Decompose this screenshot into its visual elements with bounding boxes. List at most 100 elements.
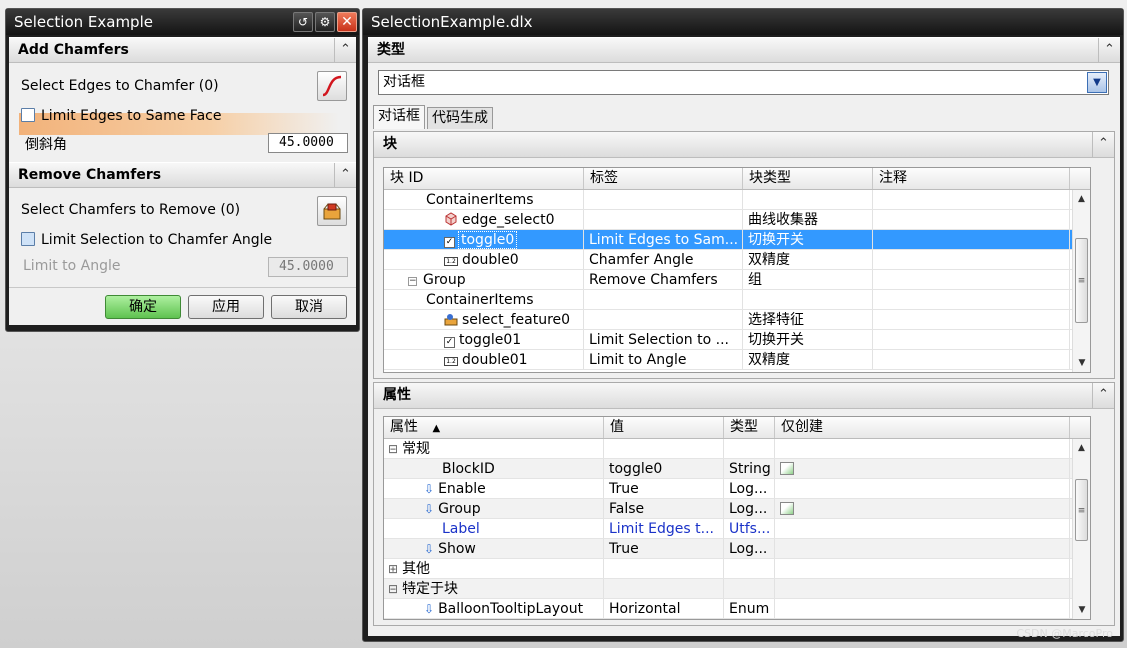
collapse-minus-icon[interactable]: ⊟ [388,582,398,596]
scroll-down-icon[interactable]: ▼ [1073,601,1090,619]
property-value-cell[interactable]: Limit Edges t... [604,519,724,538]
property-name-cell[interactable]: ⊟ 常规 [384,439,604,458]
block-note-cell[interactable] [873,290,1070,309]
block-scrollbar[interactable]: ▲ ≡ ▼ [1072,190,1090,372]
block-label-cell[interactable]: Remove Chamfers [584,270,743,289]
block-id-cell[interactable]: ContainerItems [384,290,584,309]
property-value-cell[interactable]: toggle0 [604,459,724,478]
property-name-cell[interactable]: ⇩ BalloonTooltipLayout [384,599,604,618]
property-name-cell[interactable]: ⊟ 特定于块 [384,579,604,598]
dialog-title-bar[interactable]: Selection Example ↺ ⚙ ✕ [6,9,359,35]
property-name-cell[interactable]: ⇩ Show [384,539,604,558]
limit-angle-input[interactable]: 45.0000 [268,257,348,277]
block-row[interactable]: ✓ toggle0 Limit Edges to Sam... 切换开关 [384,230,1090,250]
scroll-up-icon[interactable]: ▲ [1073,439,1090,457]
create-only-cell[interactable] [775,499,1070,518]
block-label-cell[interactable]: Limit Edges to Sam... [584,230,743,249]
property-name-cell[interactable]: ⇩ Enable [384,479,604,498]
block-row[interactable]: − Group Remove Chamfers 组 [384,270,1090,290]
block-type-cell[interactable]: 选择特征 [743,310,873,329]
cancel-button[interactable]: 取消 [271,295,347,319]
tab-dialog[interactable]: 对话框 [373,105,425,129]
close-icon[interactable]: ✕ [337,12,357,32]
create-only-cell[interactable] [775,559,1070,578]
block-note-cell[interactable] [873,270,1070,289]
block-note-cell[interactable] [873,230,1070,249]
block-note-cell[interactable] [873,310,1070,329]
property-name-cell[interactable]: ⊞ 其他 [384,559,604,578]
create-only-cell[interactable] [775,479,1070,498]
block-note-cell[interactable] [873,250,1070,269]
property-row[interactable]: ⇩ BalloonTooltipLayout Horizontal Enum [384,599,1090,619]
collapse-up-icon[interactable]: ⌃ [1092,383,1114,408]
property-value-cell[interactable]: True [604,539,724,558]
property-value-cell[interactable]: True [604,479,724,498]
property-row[interactable]: ⇩ Group False Log... [384,499,1090,519]
col-property[interactable]: 属性 ▲ [384,417,604,438]
block-row[interactable]: edge_select0 曲线收集器 [384,210,1090,230]
gear-icon[interactable]: ⚙ [315,12,335,32]
block-type-cell[interactable] [743,190,873,209]
limit-selection-toggle[interactable]: Limit Selection to Chamfer Angle [21,232,272,248]
create-only-cell[interactable] [775,539,1070,558]
block-type-cell[interactable] [743,290,873,309]
property-row[interactable]: Label Limit Edges t... Utfs... [384,519,1090,539]
collapse-minus-icon[interactable]: − [408,277,417,286]
collapse-up-icon[interactable]: ⌃ [334,38,356,63]
curve-select-icon[interactable] [317,71,347,101]
property-name-cell[interactable]: BlockID [384,459,604,478]
block-id-cell[interactable]: 1.2 double0 [384,250,584,269]
collapse-up-icon[interactable]: ⌃ [334,163,356,188]
block-id-cell[interactable]: edge_select0 [384,210,584,229]
col-create-only[interactable]: 仅创建 [775,417,1070,438]
block-row[interactable]: select_feature0 选择特征 [384,310,1090,330]
col-block-type[interactable]: 块类型 [743,168,873,189]
ok-button[interactable]: 确定 [105,295,181,319]
block-label-cell[interactable]: Limit Selection to ... [584,330,743,349]
scroll-down-icon[interactable]: ▼ [1073,354,1090,372]
col-block-id[interactable]: 块 ID [384,168,584,189]
property-scrollbar[interactable]: ▲ ≡ ▼ [1072,439,1090,619]
property-value-cell[interactable] [604,439,724,458]
block-section-header[interactable]: 块 ⌃ [374,132,1114,158]
chamfer-angle-input[interactable]: 45.0000 [268,133,348,153]
col-note[interactable]: 注释 [873,168,1070,189]
property-value-cell[interactable] [604,559,724,578]
block-label-cell[interactable]: Chamfer Angle [584,250,743,269]
block-type-cell[interactable]: 切换开关 [743,330,873,349]
type-section-header[interactable]: 类型 ⌃ [368,37,1120,63]
type-dropdown[interactable]: 对话框 ▼ [378,70,1109,95]
feature-select-icon[interactable] [317,196,347,226]
block-type-cell[interactable]: 组 [743,270,873,289]
property-row[interactable]: ⇩ Show True Log... [384,539,1090,559]
apply-button[interactable]: 应用 [188,295,264,319]
collapse-up-icon[interactable]: ⌃ [1092,132,1114,157]
block-row[interactable]: 1.2 double01 Limit to Angle 双精度 [384,350,1090,370]
block-id-cell[interactable]: ✓ toggle01 [384,330,584,349]
block-row[interactable]: ContainerItems [384,190,1090,210]
block-type-cell[interactable]: 双精度 [743,250,873,269]
block-id-cell[interactable]: − Group [384,270,584,289]
property-name-cell[interactable]: ⇩ Group [384,499,604,518]
scroll-up-icon[interactable]: ▲ [1073,190,1090,208]
col-label[interactable]: 标签 [584,168,743,189]
block-note-cell[interactable] [873,330,1070,349]
tab-code-generation[interactable]: 代码生成 [427,107,493,129]
window-title-bar[interactable]: SelectionExample.dlx [363,9,1123,35]
scroll-thumb[interactable]: ≡ [1075,479,1088,541]
expand-plus-icon[interactable]: ⊞ [388,562,398,576]
block-row[interactable]: 1.2 double0 Chamfer Angle 双精度 [384,250,1090,270]
limit-edges-checkbox[interactable] [21,108,35,122]
block-row[interactable]: ContainerItems [384,290,1090,310]
property-row[interactable]: ⊟ 常规 [384,439,1090,459]
block-id-cell[interactable]: ContainerItems [384,190,584,209]
block-id-cell[interactable]: select_feature0 [384,310,584,329]
collapse-minus-icon[interactable]: ⊟ [388,442,398,456]
property-section-header[interactable]: 属性 ⌃ [374,383,1114,409]
block-label-cell[interactable] [584,290,743,309]
block-id-cell[interactable]: 1.2 double01 [384,350,584,369]
limit-selection-checkbox[interactable] [21,232,35,246]
block-label-cell[interactable] [584,190,743,209]
property-row[interactable]: ⇩ Enable True Log... [384,479,1090,499]
property-row[interactable]: ⊞ 其他 [384,559,1090,579]
